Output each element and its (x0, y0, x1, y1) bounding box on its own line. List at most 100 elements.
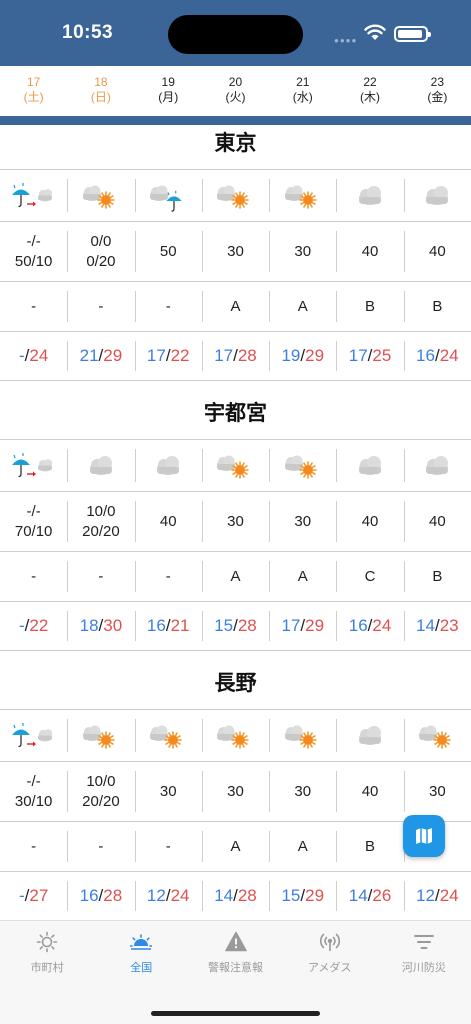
home-indicator (151, 1011, 320, 1016)
cloudy-icon (426, 185, 449, 205)
tab-broadcast[interactable]: アメダス (283, 921, 377, 991)
precipitation-cell: 40 (403, 222, 471, 281)
forecast-list[interactable]: 東京 -/- 50/10 0/0 0/20 50 30 30 40 40- - - A A B B -/24 21… (0, 125, 471, 920)
weather-icon-cell (67, 170, 134, 221)
reliability-cell: - (134, 552, 202, 601)
min-temperature: 16 (416, 346, 435, 365)
max-temperature: 28 (237, 346, 257, 365)
precipitation-value: 30 (294, 782, 312, 800)
precipitation-value: 30 (159, 782, 177, 800)
precipitation-value: 50/10 (14, 252, 53, 270)
reliability-cell: B (336, 822, 403, 871)
city-section: 東京 -/- 50/10 0/0 0/20 50 30 30 40 40- - - A A B B -/24 21… (0, 125, 471, 395)
cloudy-sunny-icon (284, 455, 317, 479)
precipitation-value: 30 (227, 782, 244, 800)
wifi-icon (364, 24, 386, 40)
temperature-row: -/22 18/30 16/21 15/28 17/29 16/24 14/23 (0, 602, 471, 651)
tab-sun-outline[interactable]: 市町村 (0, 921, 94, 991)
max-temperature: 26 (372, 886, 392, 905)
tab-sunrise[interactable]: 全国 (94, 921, 188, 991)
reliability-value: - (31, 838, 37, 855)
reliability-cell: B (336, 282, 403, 331)
max-temperature: 28 (103, 886, 123, 905)
max-temperature: 23 (439, 616, 459, 635)
min-temperature: 16 (348, 616, 368, 635)
max-temperature: 29 (103, 346, 123, 365)
reliability-value: B (365, 838, 376, 855)
reliability-cell: B (403, 552, 471, 601)
tab-filter-lines[interactable]: 河川防災 (377, 921, 471, 991)
precipitation-value: 40 (159, 512, 177, 530)
temperature-cell: 17/25 (336, 332, 403, 380)
max-temperature: 24 (372, 616, 392, 635)
temperature-cell: 15/29 (269, 872, 336, 920)
map-button[interactable] (403, 815, 445, 857)
tab-label: アメダス (307, 962, 352, 974)
precipitation-value: 20/20 (82, 522, 120, 540)
weather-icon-cell (403, 440, 471, 491)
sunrise-icon (130, 934, 153, 950)
city-section: 長野-/-30/1010/020/203030304030---AABA-/27… (0, 665, 471, 920)
date-cell: 18 (日) (67, 66, 134, 116)
reliability-value: - (165, 568, 171, 585)
precipitation-value: 0/20 (86, 252, 116, 270)
temperature-cell: -/22 (0, 602, 67, 650)
date-weekday: (木) (360, 90, 381, 104)
reliability-cell: A (269, 282, 336, 331)
city-name: 宇都宮 (0, 395, 471, 440)
rain-then-cloudy-icon (11, 722, 52, 747)
tab-warning[interactable]: 警報注意報 (188, 921, 282, 991)
date-day: 20 (228, 75, 243, 89)
temperature-cell: 16/21 (134, 602, 202, 650)
reliability-value: - (98, 838, 104, 855)
date-cell: 21 (水) (269, 66, 336, 116)
precipitation-cell: 10/0 20/20 (67, 492, 134, 551)
reliability-value: A (230, 568, 241, 585)
temperature-cell: 14/28 (201, 872, 269, 920)
weather-icon-cell (67, 440, 134, 491)
precipitation-cell: 30 (269, 492, 336, 551)
reliability-cell: A (269, 552, 336, 601)
precipitation-cell: -/- 30/10 (0, 762, 67, 821)
cloudy-icon (89, 455, 112, 475)
cloudy-sunny-icon (82, 725, 115, 749)
reliability-value: B (432, 568, 443, 585)
min-temperature: 17 (146, 346, 166, 365)
date-weekday: (火) (225, 90, 246, 104)
precipitation-cell: 30 (269, 222, 336, 281)
precipitation-cell: 0/0 0/20 (67, 222, 134, 281)
precipitation-row: -/- 30/10 10/0 20/20 30 30 30 40 30 (0, 762, 471, 822)
status-time: 10:53 (62, 22, 114, 43)
reliability-cell: A (201, 822, 269, 871)
filter-lines-icon (413, 935, 434, 949)
precipitation-value: 10/0 (86, 502, 116, 520)
precipitation-cell: 40 (336, 222, 403, 281)
reliability-cell: - (0, 822, 67, 871)
cloudy-sunny-icon (150, 725, 183, 749)
dynamic-island (168, 15, 303, 54)
date-header-divider (0, 116, 471, 125)
tab-label: 河川防災 (401, 962, 446, 974)
reliability-row: ---AABB (0, 282, 471, 332)
precipitation-value: 0/0 (90, 232, 112, 250)
precipitation-value: 20/20 (82, 792, 120, 810)
max-temperature: 27 (29, 886, 49, 905)
cloudy-sunny-icon (284, 725, 317, 749)
precipitation-cell: 30 (134, 762, 202, 821)
weather-icon-cell (134, 710, 202, 761)
date-day: 18 (94, 75, 108, 89)
cloudy-icon (359, 455, 382, 475)
precipitation-value: 30 (294, 242, 312, 260)
weather-icon-cell (134, 440, 202, 491)
tab-bar: 市町村 全国 警報注意報 アメダス 河川防災 (0, 920, 471, 1024)
reliability-value: C (364, 568, 376, 585)
precipitation-value: 70/10 (14, 522, 53, 540)
weather-icon-row (0, 170, 471, 222)
weather-icon-cell (201, 170, 269, 221)
precipitation-cell: 40 (336, 762, 403, 821)
reliability-cell: - (0, 552, 67, 601)
min-temperature: 12 (416, 886, 435, 905)
max-temperature: 28 (237, 886, 257, 905)
reliability-value: A (297, 298, 308, 315)
